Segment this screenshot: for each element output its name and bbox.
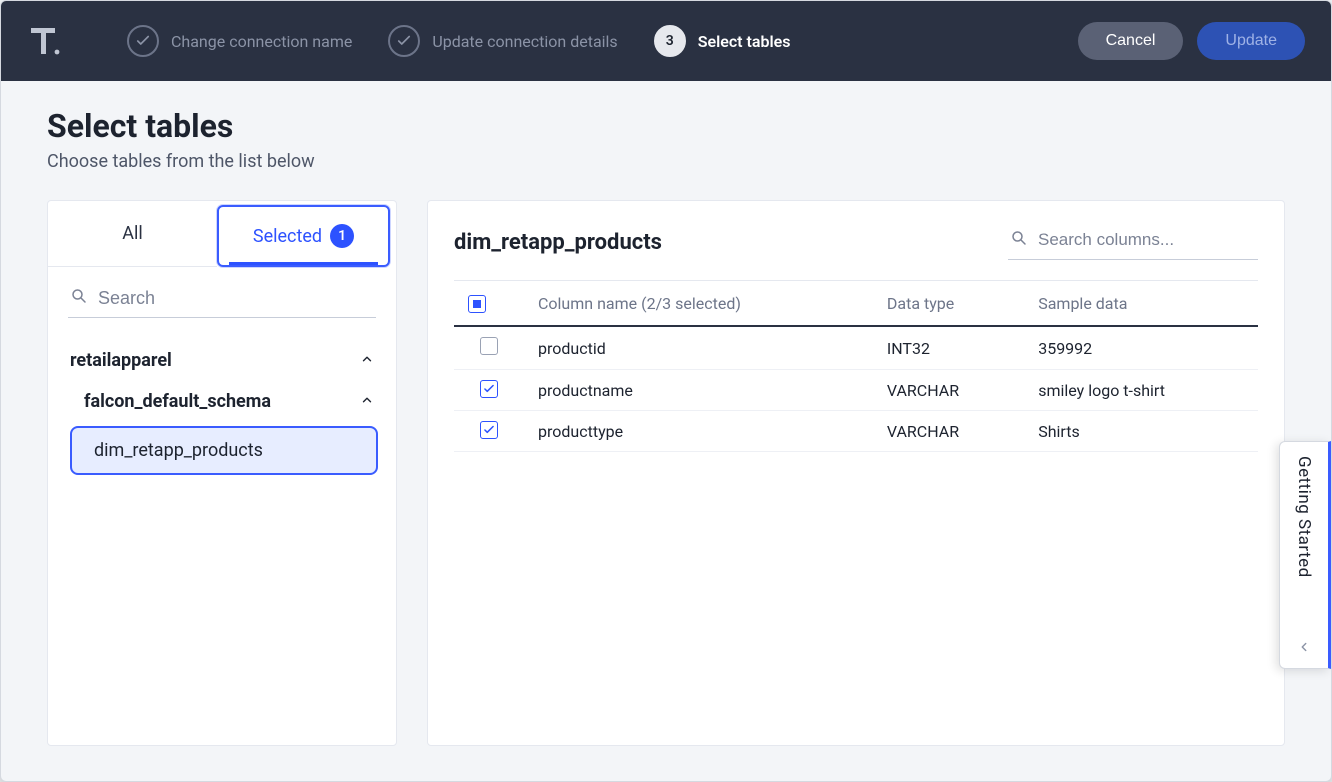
database-name: retailapparel	[70, 350, 172, 371]
step-update-connection-details[interactable]: Update connection details	[388, 25, 617, 57]
step-select-tables[interactable]: 3 Select tables	[654, 25, 791, 57]
search-icon	[1010, 229, 1028, 251]
tables-search[interactable]	[68, 283, 376, 318]
getting-started-label: Getting Started	[1294, 456, 1314, 578]
wizard-steps: Change connection name Update connection…	[127, 25, 1078, 57]
selected-count-badge: 1	[330, 224, 354, 248]
cell-column-name: productname	[524, 370, 873, 411]
tab-selected[interactable]: Selected 1	[217, 205, 390, 267]
brand-logo-icon	[27, 23, 63, 59]
row-checkbox[interactable]	[480, 337, 498, 355]
cell-data-type: VARCHAR	[873, 411, 1024, 452]
tab-all[interactable]: All	[48, 201, 217, 267]
app-window: Change connection name Update connection…	[0, 0, 1332, 782]
columns-header: dim_retapp_products	[454, 225, 1258, 260]
chevron-left-icon	[1297, 639, 1311, 658]
header-column-name: Column name (2/3 selected)	[524, 281, 873, 327]
tab-label: Selected	[253, 226, 322, 247]
page-subtitle: Choose tables from the list below	[47, 151, 1285, 172]
page-body: Select tables Choose tables from the lis…	[1, 81, 1331, 746]
tables-search-input[interactable]	[98, 288, 374, 309]
table-name: dim_retapp_products	[94, 440, 263, 461]
check-icon	[127, 25, 159, 57]
columns-table-title: dim_retapp_products	[454, 230, 662, 255]
tab-label: All	[122, 223, 143, 244]
tables-tree: retailapparel falcon_default_schema dim_…	[48, 326, 396, 489]
cancel-button[interactable]: Cancel	[1078, 22, 1184, 60]
tree-table-node-selected[interactable]: dim_retapp_products	[70, 426, 378, 475]
page-title: Select tables	[47, 107, 1285, 145]
header-sample-data: Sample data	[1024, 281, 1258, 327]
step-change-connection-name[interactable]: Change connection name	[127, 25, 352, 57]
table-row: producttypeVARCHARShirts	[454, 411, 1258, 452]
cell-sample-data: Shirts	[1024, 411, 1258, 452]
table-row: productnameVARCHARsmiley logo t-shirt	[454, 370, 1258, 411]
select-all-checkbox[interactable]	[468, 295, 486, 313]
select-all-header	[454, 281, 524, 327]
step-label: Update connection details	[432, 32, 617, 51]
top-bar: Change connection name Update connection…	[1, 1, 1331, 81]
table-row: productidINT32359992	[454, 326, 1258, 370]
cell-data-type: VARCHAR	[873, 370, 1024, 411]
cell-sample-data: 359992	[1024, 326, 1258, 370]
row-checkbox[interactable]	[480, 380, 498, 398]
header-data-type: Data type	[873, 281, 1024, 327]
step-label: Select tables	[698, 32, 791, 51]
update-button[interactable]: Update	[1197, 22, 1305, 60]
cell-data-type: INT32	[873, 326, 1024, 370]
check-icon	[388, 25, 420, 57]
cell-sample-data: smiley logo t-shirt	[1024, 370, 1258, 411]
cell-column-name: producttype	[524, 411, 873, 452]
tree-database-node[interactable]: retailapparel	[66, 340, 378, 381]
tables-panel: All Selected 1	[47, 200, 397, 746]
getting-started-tab[interactable]: Getting Started	[1279, 441, 1331, 669]
search-icon	[70, 287, 88, 309]
tree-schema-node[interactable]: falcon_default_schema	[66, 381, 378, 422]
columns-panel: dim_retapp_products	[427, 200, 1285, 746]
chevron-up-icon	[360, 391, 374, 412]
columns-table: Column name (2/3 selected) Data type Sam…	[454, 280, 1258, 452]
columns-search[interactable]	[1008, 225, 1258, 260]
step-number-badge: 3	[654, 25, 686, 57]
content-row: All Selected 1	[47, 200, 1285, 746]
step-label: Change connection name	[171, 32, 352, 51]
row-checkbox[interactable]	[480, 421, 498, 439]
tables-tabs: All Selected 1	[48, 201, 396, 267]
columns-search-input[interactable]	[1038, 230, 1259, 250]
schema-name: falcon_default_schema	[84, 391, 271, 412]
cell-column-name: productid	[524, 326, 873, 370]
header-actions: Cancel Update	[1078, 22, 1305, 60]
chevron-up-icon	[360, 350, 374, 371]
